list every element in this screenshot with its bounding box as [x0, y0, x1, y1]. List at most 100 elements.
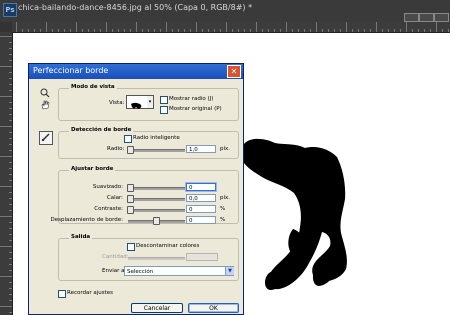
ruler-tick	[154, 29, 155, 32]
view-label: Vista:	[109, 100, 125, 106]
view-mode-legend: Modo de vista	[69, 84, 117, 90]
close-icon[interactable]: ✕	[227, 65, 241, 78]
adjust-row-slider-track[interactable]	[128, 209, 185, 212]
ruler-tick	[9, 264, 12, 265]
zoom-icon[interactable]	[39, 88, 51, 100]
ruler-tick	[406, 22, 407, 32]
send-to-value: Selección	[127, 269, 154, 275]
ruler-tick	[262, 29, 263, 32]
radius-input[interactable]: 1,0	[186, 145, 216, 153]
ok-button[interactable]: OK	[188, 303, 239, 313]
ruler-tick	[370, 29, 371, 32]
ruler-tick	[232, 29, 233, 32]
minimize-button[interactable]	[404, 13, 419, 22]
ruler-tick	[0, 276, 12, 277]
view-dropdown-chevron-icon[interactable]: ▾	[147, 95, 154, 109]
adjust-row-unit: píx.	[220, 195, 231, 201]
ruler-tick	[9, 252, 12, 253]
document-title[interactable]: chica-bailando-dance-8456.jpg al 50% (Ca…	[18, 3, 252, 12]
ruler-tick	[388, 29, 389, 32]
ruler-tick	[76, 22, 77, 32]
photoshop-logo-icon: Ps	[3, 3, 17, 17]
close-window-button[interactable]	[434, 13, 449, 22]
adjust-row-slider-thumb[interactable]	[153, 217, 160, 225]
adjust-row-slider-thumb[interactable]	[127, 184, 134, 192]
ruler-tick	[9, 162, 12, 163]
adjust-row-input[interactable]: 0,0	[186, 194, 216, 202]
ruler-tick	[9, 204, 12, 205]
adjust-row-input[interactable]: 0	[186, 205, 216, 213]
ruler-tick	[148, 29, 149, 32]
ruler-tick	[208, 29, 209, 32]
smart-radius-checkbox[interactable]	[124, 135, 132, 143]
ruler-tick	[184, 29, 185, 32]
ruler-tick	[9, 312, 12, 313]
ruler-tick	[70, 29, 71, 32]
ruler-tick	[220, 29, 221, 32]
ruler-tick	[424, 29, 425, 32]
adjust-row-input[interactable]: 0	[186, 183, 216, 191]
adjust-row-label: Contraste:	[94, 206, 123, 212]
ruler-tick	[412, 29, 413, 32]
ruler-tick	[274, 29, 275, 32]
amount-slider-track	[128, 257, 185, 260]
show-original-checkbox[interactable]	[160, 106, 168, 114]
radius-slider-track[interactable]	[128, 149, 185, 152]
ruler-tick	[130, 29, 131, 32]
ruler-tick	[376, 22, 377, 32]
ruler-tick	[442, 29, 443, 32]
maximize-button[interactable]	[419, 13, 434, 22]
ruler-tick	[9, 222, 12, 223]
view-preview-thumbnail[interactable]	[126, 95, 149, 109]
ruler-tick	[322, 29, 323, 32]
send-to-select[interactable]: Selección	[124, 266, 234, 276]
vertical-ruler[interactable]	[0, 32, 13, 315]
ruler-tick	[430, 29, 431, 32]
ruler-tick	[0, 186, 12, 187]
hand-icon[interactable]	[39, 100, 51, 112]
remember-settings-checkbox[interactable]	[58, 290, 66, 298]
horizontal-ruler[interactable]	[12, 22, 450, 33]
ruler-tick	[448, 29, 449, 32]
ruler-tick	[328, 29, 329, 32]
send-to-chevron-down-icon[interactable]: ▼	[225, 267, 234, 275]
dialog-title-bar[interactable]: Perfeccionar borde ✕	[29, 64, 243, 79]
document-tab-bar: Ps chica-bailando-dance-8456.jpg al 50% …	[0, 0, 450, 23]
ruler-tick	[316, 22, 317, 32]
adjust-row-unit: %	[220, 206, 226, 212]
adjust-row-input[interactable]: 0	[186, 216, 216, 224]
ruler-tick	[394, 29, 395, 32]
ruler-tick	[9, 102, 12, 103]
adjust-row-slider-thumb[interactable]	[127, 206, 134, 214]
decontaminate-colors-checkbox[interactable]	[127, 243, 135, 251]
adjust-edge-legend: Ajustar borde	[69, 166, 116, 172]
ruler-tick	[0, 66, 12, 67]
amount-label: Cantidad:	[102, 254, 129, 260]
radius-slider-thumb[interactable]	[127, 146, 134, 154]
ruler-tick	[9, 132, 12, 133]
ruler-tick	[0, 306, 12, 307]
show-radius-checkbox[interactable]	[160, 96, 168, 104]
adjust-row-slider-track[interactable]	[128, 187, 185, 190]
ruler-tick	[0, 246, 12, 247]
ruler-tick	[9, 150, 12, 151]
ruler-tick	[196, 22, 197, 32]
refine-radius-brush-icon[interactable]	[39, 131, 53, 145]
ruler-tick	[178, 29, 179, 32]
ruler-tick	[9, 168, 12, 169]
smart-radius-label: Radio inteligente	[133, 135, 180, 141]
cancel-button[interactable]: Cancelar	[131, 303, 183, 313]
ruler-tick	[9, 270, 12, 271]
ruler-tick	[9, 228, 12, 229]
adjust-row-unit: %	[220, 217, 226, 223]
ruler-tick	[400, 29, 401, 32]
ruler-tick	[118, 29, 119, 32]
adjust-row-slider-thumb[interactable]	[127, 195, 134, 203]
ruler-tick	[34, 29, 35, 32]
adjust-row-label: Suavizado:	[92, 184, 123, 190]
ruler-corner[interactable]	[0, 22, 12, 32]
ruler-tick	[9, 42, 12, 43]
ruler-tick	[250, 29, 251, 32]
show-radius-label: Mostrar radio (J)	[169, 96, 214, 102]
adjust-row-slider-track[interactable]	[128, 198, 185, 201]
